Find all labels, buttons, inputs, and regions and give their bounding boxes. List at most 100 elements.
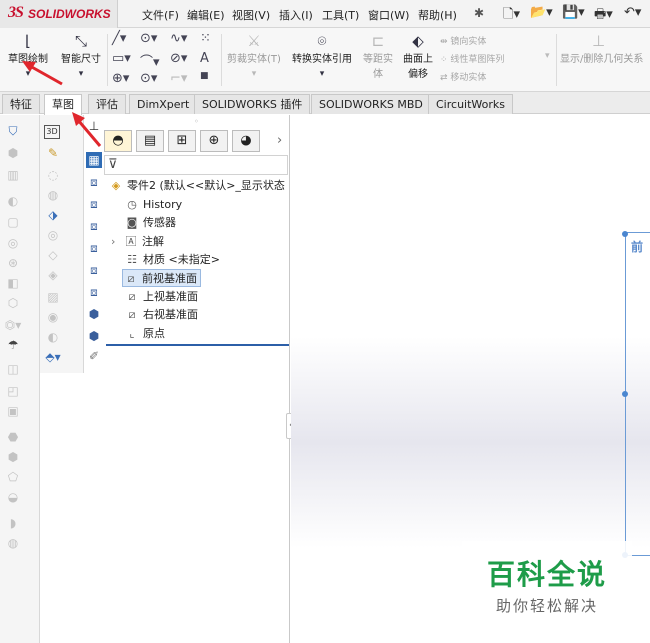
menu-window[interactable]: 窗口(W) <box>368 7 409 23</box>
sketch-tool-icon[interactable]: ⬗ <box>44 207 62 223</box>
undo-icon[interactable]: ↶▾ <box>624 5 641 20</box>
chevron-down-icon[interactable]: ▾ <box>226 65 282 83</box>
feature-icon[interactable]: ◐ <box>4 193 22 209</box>
axis-icon[interactable]: ⊥ <box>86 118 102 134</box>
sketch-tool-icon[interactable]: ◌ <box>44 167 62 183</box>
tree-item-sensors[interactable]: ◙ 传感器 <box>124 214 176 232</box>
solidworks-logo[interactable]: 3S SOLIDWORKS <box>0 0 118 28</box>
spline-tool-icon[interactable]: ∿▾ <box>170 31 187 46</box>
feature-icon[interactable]: ⊛ <box>4 255 22 271</box>
point-tool-icon[interactable]: ■ <box>200 71 209 81</box>
tab-sketch[interactable]: 草图 <box>44 94 82 115</box>
save-icon[interactable]: 💾▾ <box>562 5 585 20</box>
sketch-tool-icon[interactable]: ◎ <box>44 227 62 243</box>
sketch-tool-icon[interactable]: ◉ <box>44 309 62 325</box>
tab-solidworks-addins[interactable]: SOLIDWORKS 插件 <box>194 94 311 114</box>
feature-icon[interactable]: ⬢ <box>4 145 22 161</box>
display-delete-relations-button[interactable]: ⊥ 显示/删除几何关系 <box>560 32 650 65</box>
dimxpertmanager-tab-icon[interactable]: ⊕ <box>200 130 228 152</box>
sketch-tool-icon[interactable]: ⬘▾ <box>44 349 62 365</box>
slot-tool-icon[interactable]: ⊕▾ <box>112 71 129 86</box>
front-plane-outline[interactable]: 前 <box>625 232 650 556</box>
feature-icon[interactable]: ◗ <box>4 515 22 531</box>
menu-file[interactable]: 文件(F) <box>142 7 179 23</box>
print-icon[interactable]: 🖶▾ <box>594 5 613 27</box>
panel-handle-icon[interactable]: ◦ <box>194 117 199 126</box>
tab-features[interactable]: 特征 <box>2 94 40 114</box>
feature-icon[interactable]: ◫ <box>4 361 22 377</box>
view-cube-icon[interactable]: ⧈ <box>86 240 102 256</box>
feature-icon[interactable]: ☂ <box>4 337 22 353</box>
feature-icon[interactable]: ◧ <box>4 275 22 291</box>
tab-dimxpert[interactable]: DimXpert <box>129 94 198 114</box>
tree-item-right-plane[interactable]: ⧄ 右视基准面 <box>124 306 199 324</box>
pin-icon[interactable]: ✱ <box>474 6 484 20</box>
displaymanager-tab-icon[interactable]: ◕ <box>232 130 260 152</box>
convert-entities-button[interactable]: ⌾ 转换实体引用 ▾ <box>288 32 356 83</box>
feature-icon[interactable]: ▣ <box>4 403 22 419</box>
tab-evaluate[interactable]: 评估 <box>88 94 126 114</box>
configurationmanager-tab-icon[interactable]: ⊞ <box>168 130 196 152</box>
sketch-tool-icon[interactable]: ◍ <box>44 187 62 203</box>
rollback-bar[interactable] <box>106 344 289 346</box>
new-document-icon[interactable]: 🗋▾ <box>503 5 520 27</box>
menu-edit[interactable]: 编辑(E) <box>187 7 225 23</box>
smart-dimension-button[interactable]: ⤡ 智能尺寸 ▾ <box>57 32 105 83</box>
chevron-down-icon[interactable]: ▾ <box>545 51 550 61</box>
view-cube-icon[interactable]: ⧈ <box>86 262 102 278</box>
expand-arrow-icon[interactable]: › <box>111 233 123 251</box>
feature-icon[interactable]: ⬡ <box>4 295 22 311</box>
circle-tool-icon[interactable]: ⊙▾ <box>140 31 157 46</box>
tree-item-history[interactable]: ◷ History <box>124 196 182 214</box>
line-tool-icon[interactable]: ╱▾ <box>112 31 126 46</box>
sketch-tool-icon[interactable]: ◈ <box>44 267 62 283</box>
rectangle-tool-icon[interactable]: ▭▾ <box>112 51 131 66</box>
plane-handle[interactable] <box>622 391 628 397</box>
view-cube-icon[interactable]: ⧈ <box>86 218 102 234</box>
move-entities-button[interactable]: ⇄ 移动实体 <box>440 70 486 83</box>
chamfer-tool-icon[interactable]: ⌐▾ <box>170 71 187 86</box>
tree-item-front-plane[interactable]: ⧄ 前视基准面 <box>122 269 201 287</box>
linear-pattern-button[interactable]: ⁘ 线性草图阵列 <box>440 52 504 65</box>
menu-help[interactable]: 帮助(H) <box>418 7 457 23</box>
chevron-down-icon[interactable]: ▾ <box>288 65 356 83</box>
feature-icon[interactable]: ◎ <box>4 235 22 251</box>
tree-root-part[interactable]: ◈ 零件2 (默认<<默认>_显示状态 <box>108 177 285 195</box>
feature-icon[interactable]: ▢ <box>4 214 22 230</box>
tree-item-origin[interactable]: ⌞ 原点 <box>124 325 165 343</box>
chevron-down-icon[interactable]: ▾ <box>6 65 50 83</box>
feature-icon[interactable]: ◒ <box>4 489 22 505</box>
text-tool-icon[interactable]: A <box>200 51 209 66</box>
tree-item-annotations[interactable]: › 🄰 注解 <box>111 233 164 251</box>
sketch-tool-icon[interactable]: ◐ <box>44 329 62 345</box>
grid-snap-icon[interactable]: ⁙ <box>200 31 211 46</box>
offset-on-surface-button[interactable]: ⬖ 曲面上 偏移 <box>399 32 437 80</box>
tree-item-material[interactable]: ☷ 材质 <未指定> <box>124 251 220 269</box>
feature-icon[interactable]: ⏣▾ <box>4 317 22 333</box>
arc-tool-icon[interactable]: ⌒▾ <box>140 51 160 70</box>
fillet-tool-icon[interactable]: ⊙▾ <box>140 71 157 86</box>
feature-icon[interactable]: ▥ <box>4 167 22 183</box>
feature-icon[interactable]: ⬢ <box>4 449 22 465</box>
view-cube-icon[interactable]: ⬢ <box>86 328 102 344</box>
view-cube-icon[interactable]: ▦ <box>86 152 102 168</box>
feature-icon[interactable]: ⬠ <box>4 469 22 485</box>
polygon-tool-icon[interactable]: ⊘▾ <box>170 51 187 66</box>
chevron-down-icon[interactable]: ▾ <box>57 65 105 83</box>
tab-circuitworks[interactable]: CircuitWorks <box>428 94 513 114</box>
edit-appearance-icon[interactable]: ✐ <box>86 348 102 364</box>
filter-box[interactable]: ⊽ <box>104 155 288 175</box>
feature-icon[interactable]: ⛉ <box>4 123 22 139</box>
feature-icon[interactable]: ⬣ <box>4 429 22 445</box>
sketch-tool-icon[interactable]: ◇ <box>44 247 62 263</box>
trim-entities-button[interactable]: ⚔ 剪裁实体(T) ▾ <box>226 32 282 83</box>
propertymanager-tab-icon[interactable]: ▤ <box>136 130 164 152</box>
tab-solidworks-mbd[interactable]: SOLIDWORKS MBD <box>311 94 431 114</box>
tree-item-top-plane[interactable]: ⧄ 上视基准面 <box>124 288 199 306</box>
menu-tools[interactable]: 工具(T) <box>322 7 359 23</box>
open-icon[interactable]: 📂▾ <box>530 5 553 20</box>
chevron-right-icon[interactable]: › <box>277 133 282 148</box>
menu-view[interactable]: 视图(V) <box>232 7 270 23</box>
featuremanager-tab-icon[interactable]: ◓ <box>104 130 132 152</box>
mirror-entities-button[interactable]: ⇹ 镜向实体 <box>440 34 486 47</box>
